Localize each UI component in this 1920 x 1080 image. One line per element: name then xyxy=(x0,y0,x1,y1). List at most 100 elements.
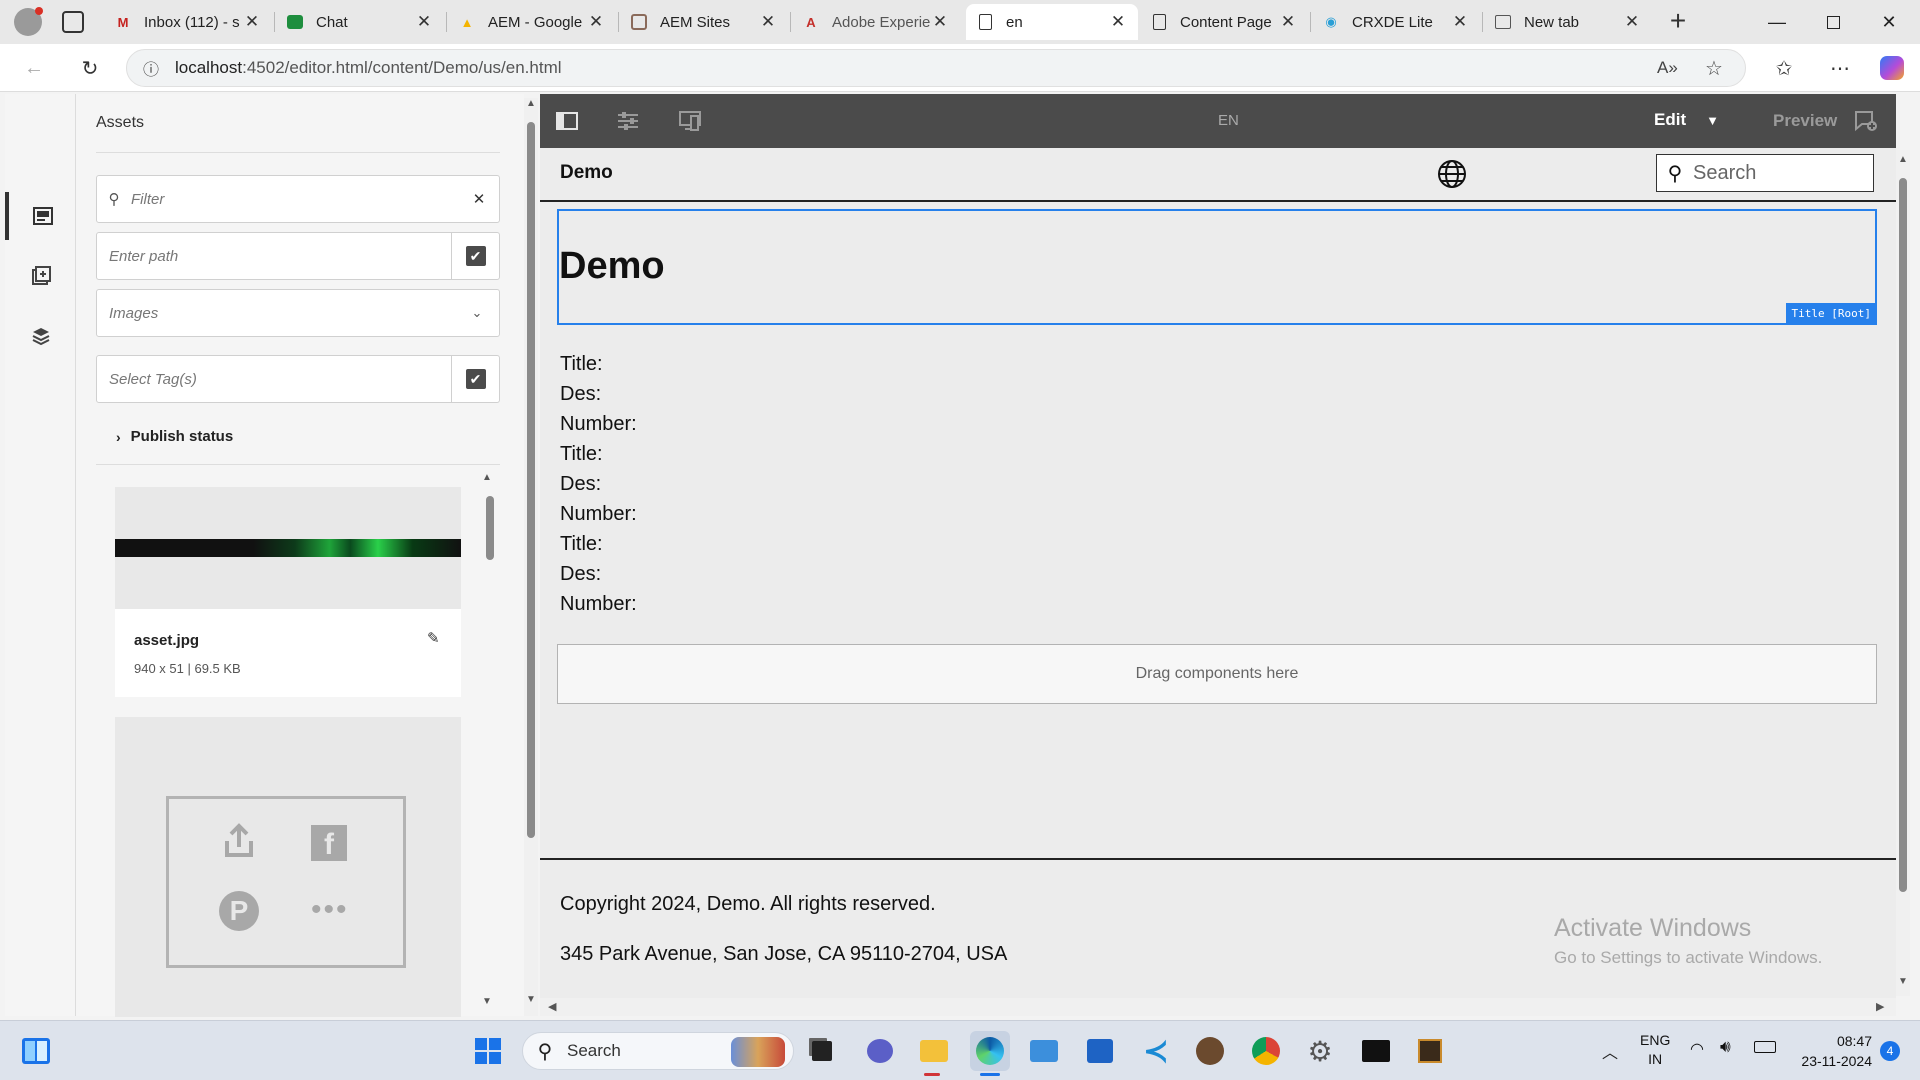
publish-status-toggle[interactable]: › Publish status xyxy=(116,428,233,445)
tags-browse-button[interactable]: ✔ xyxy=(451,356,499,402)
taskbar-search[interactable]: ⚲ Search xyxy=(522,1032,794,1070)
close-window-icon[interactable]: ✕ xyxy=(1862,0,1916,44)
page-properties-icon[interactable] xyxy=(612,105,644,137)
tab-actions-icon[interactable] xyxy=(62,11,84,33)
edit-pencil-icon[interactable]: ✎ xyxy=(427,629,440,647)
asset-type-select[interactable]: Images ⌄ xyxy=(96,289,500,337)
path-browse-button[interactable]: ✔ xyxy=(451,233,499,279)
scroll-right-icon[interactable]: ▶ xyxy=(1876,1000,1884,1013)
asset-card[interactable]: asset.jpg 940 x 51 | 69.5 KB ✎ xyxy=(115,487,461,697)
search-field[interactable]: ⚲ Search xyxy=(1656,154,1874,192)
content-tree-tab-icon[interactable] xyxy=(5,312,76,360)
social-share-placeholder: f P ••• xyxy=(166,796,406,968)
page-horizontal-scrollbar[interactable]: ◀ ▶ xyxy=(540,998,1896,1016)
vscode-icon[interactable]: ≺ xyxy=(1136,1031,1176,1071)
show-hidden-icons[interactable]: ︿ xyxy=(1602,1039,1618,1063)
refresh-icon[interactable]: ↻ xyxy=(74,52,106,84)
tab-aem-sites[interactable]: AEM Sites ✕ xyxy=(620,4,788,40)
close-tab-icon[interactable]: ✕ xyxy=(1622,12,1642,32)
tab-crxde-lite[interactable]: ◉ CRXDE Lite ✕ xyxy=(1312,4,1480,40)
app2-icon[interactable] xyxy=(1410,1031,1450,1071)
scroll-up-icon[interactable]: ▲ xyxy=(1898,154,1908,165)
tab-adobe-experience[interactable]: A Adobe Experie ✕ xyxy=(792,4,960,40)
close-tab-icon[interactable]: ✕ xyxy=(1108,12,1128,32)
close-tab-icon[interactable]: ✕ xyxy=(414,12,434,32)
minimize-icon[interactable]: — xyxy=(1750,0,1804,44)
read-aloud-icon[interactable]: A» xyxy=(1657,58,1678,78)
remote-desktop-icon[interactable] xyxy=(1024,1031,1064,1071)
new-tab-plus-icon[interactable]: + xyxy=(1662,6,1694,38)
close-tab-icon[interactable]: ✕ xyxy=(242,12,262,32)
assets-scroll-up-icon[interactable]: ▲ xyxy=(482,472,492,483)
file-explorer-icon[interactable] xyxy=(914,1031,954,1071)
clock[interactable]: 08:47 23-11-2024 xyxy=(1792,1031,1872,1071)
asset-card[interactable]: f P ••• xyxy=(115,717,461,1017)
scroll-left-icon[interactable]: ◀ xyxy=(548,1000,556,1013)
url-field[interactable]: ⓘ localhost:4502/editor.html/content/Dem… xyxy=(126,49,1746,87)
panel-scrollbar[interactable]: ▲ ▼ xyxy=(524,98,538,1016)
close-tab-icon[interactable]: ✕ xyxy=(930,12,950,32)
scroll-down-icon[interactable]: ▼ xyxy=(526,994,536,1005)
globe-icon[interactable] xyxy=(1436,158,1468,195)
clear-filter-icon[interactable]: ✕ xyxy=(459,190,499,208)
task-view-icon[interactable] xyxy=(802,1031,842,1071)
teams-chat-icon[interactable] xyxy=(860,1031,900,1071)
assets-scroll-down-icon[interactable]: ▼ xyxy=(482,996,492,1007)
assets-tab-icon[interactable] xyxy=(5,192,76,240)
assets-panel: Assets ⚲ Filter ✕ Enter path ✔ Images ⌄ … xyxy=(76,94,524,1017)
toggle-side-panel-icon[interactable] xyxy=(551,105,583,137)
store-icon[interactable] xyxy=(1080,1031,1120,1071)
language-indicator[interactable]: ENG IN xyxy=(1640,1031,1670,1069)
close-tab-icon[interactable]: ✕ xyxy=(758,12,778,32)
panel-scrollbar-thumb[interactable] xyxy=(527,122,535,838)
tab-inbox[interactable]: M Inbox (112) - s ✕ xyxy=(104,4,272,40)
annotations-icon[interactable] xyxy=(1850,105,1882,137)
scroll-down-icon[interactable]: ▼ xyxy=(1898,976,1908,987)
page-canvas: Demo ⚲ Search Demo Title [Root] Title: D… xyxy=(540,148,1896,998)
restore-icon[interactable] xyxy=(1806,0,1860,44)
wifi-icon[interactable]: ◠ xyxy=(1690,1039,1704,1059)
more-menu-icon[interactable]: ⋯ xyxy=(1824,52,1856,84)
checkbox-icon: ✔ xyxy=(465,369,486,389)
editor-toolbar: EN Edit ▼ Preview xyxy=(540,94,1896,148)
path-field[interactable]: Enter path ✔ xyxy=(96,232,500,280)
close-tab-icon[interactable]: ✕ xyxy=(1450,12,1470,32)
tab-aem-google[interactable]: ▲ AEM - Google ✕ xyxy=(448,4,616,40)
battery-icon[interactable] xyxy=(1754,1041,1776,1053)
tags-field[interactable]: Select Tag(s) ✔ xyxy=(96,355,500,403)
terminal-icon[interactable] xyxy=(1356,1031,1396,1071)
drag-components-dropzone[interactable]: Drag components here xyxy=(557,644,1877,704)
widgets-icon[interactable] xyxy=(16,1031,56,1071)
components-tab-icon[interactable] xyxy=(5,252,76,300)
tab-en[interactable]: en ✕ xyxy=(966,4,1138,40)
site-info-icon[interactable]: ⓘ xyxy=(127,56,175,80)
edge-icon[interactable] xyxy=(970,1031,1010,1071)
favorite-star-icon[interactable]: ☆ xyxy=(1705,56,1723,81)
mode-selector[interactable]: Edit ▼ xyxy=(1654,110,1719,130)
filter-field[interactable]: ⚲ Filter ✕ xyxy=(96,175,500,223)
tab-new-tab[interactable]: New tab ✕ xyxy=(1484,4,1652,40)
notification-badge[interactable]: 4 xyxy=(1880,1041,1900,1061)
site-name[interactable]: Demo xyxy=(560,162,613,184)
assets-scrollbar-thumb[interactable] xyxy=(486,496,494,560)
preview-button[interactable]: Preview xyxy=(1773,111,1837,131)
page-scrollbar-thumb[interactable] xyxy=(1899,178,1907,892)
close-tab-icon[interactable]: ✕ xyxy=(1278,12,1298,32)
app-icon[interactable] xyxy=(1190,1031,1230,1071)
more-dots-icon: ••• xyxy=(311,893,349,926)
back-icon[interactable]: ← xyxy=(18,52,50,84)
page-scrollbar[interactable]: ▲ ▼ xyxy=(1896,150,1910,996)
start-icon[interactable] xyxy=(468,1031,508,1071)
chrome-icon[interactable] xyxy=(1246,1031,1286,1071)
title-component[interactable]: Demo Title [Root] xyxy=(557,209,1877,325)
volume-icon[interactable]: 🔊︎ xyxy=(1720,1037,1731,1057)
close-tab-icon[interactable]: ✕ xyxy=(586,12,606,32)
emulator-icon[interactable] xyxy=(674,105,706,137)
tab-chat[interactable]: Chat ✕ xyxy=(276,4,444,40)
settings-gear-icon[interactable]: ⚙ xyxy=(1300,1031,1340,1071)
tab-content-page[interactable]: Content Page ✕ xyxy=(1140,4,1308,40)
copilot-icon[interactable] xyxy=(1880,56,1904,80)
item-number-label: Number: xyxy=(560,503,637,525)
favorites-icon[interactable]: ✩ xyxy=(1768,52,1800,84)
scroll-up-icon[interactable]: ▲ xyxy=(526,98,536,109)
